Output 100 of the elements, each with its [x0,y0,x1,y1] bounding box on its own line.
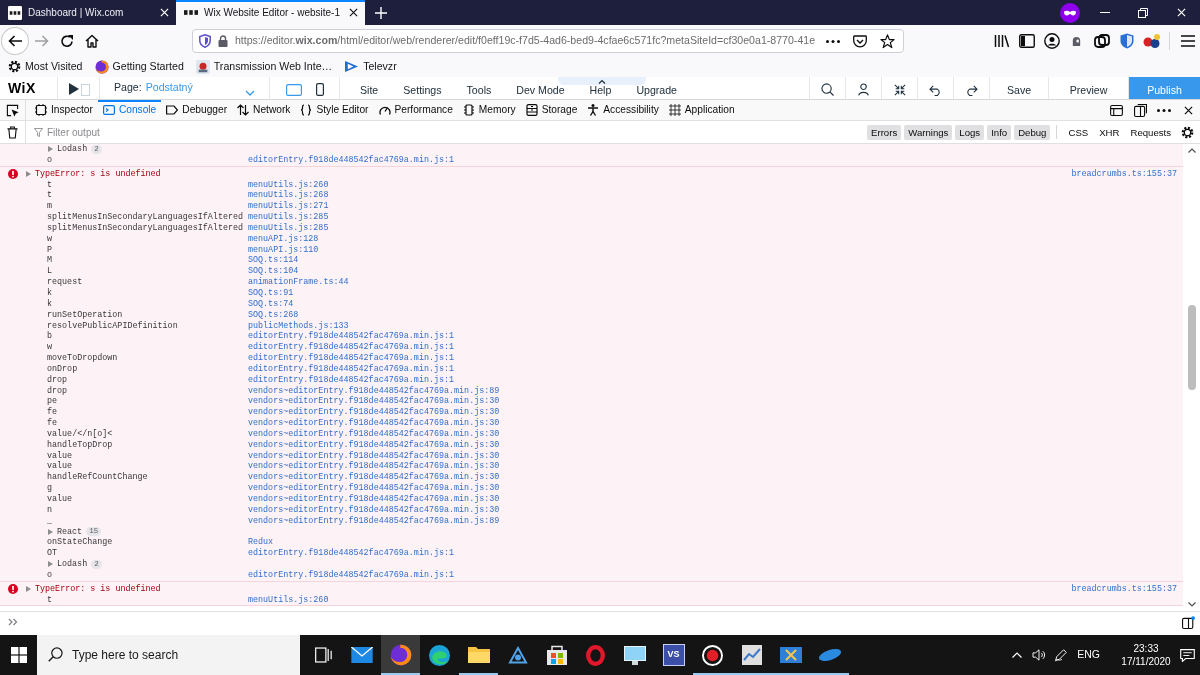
menu-item[interactable]: Help [589,84,612,96]
clock-date[interactable]: 17/11/2020 [1118,655,1174,668]
expand-triangle-icon[interactable] [48,561,53,568]
filter-toggle[interactable]: Info [987,124,1012,140]
filter-toggle[interactable]: Requests [1126,124,1175,140]
source-link[interactable]: editorEntry.f918de448542fac4769a.min.js:1 [248,363,455,375]
taskbar-app-button[interactable] [381,635,420,675]
source-link[interactable]: vendors~editorEntry.f918de448542fac4769a.min.js:30 [248,450,500,462]
scrollbar-thumb[interactable] [1187,305,1196,390]
library-group[interactable]: Lodash [57,559,88,570]
trash-icon[interactable] [7,125,18,139]
play-triangle-icon[interactable] [67,82,90,96]
home-icon[interactable] [85,34,100,48]
source-link[interactable]: menuUtils.js:260 [248,179,329,191]
menu-icon[interactable] [1180,35,1195,47]
devtools-tab[interactable]: Application [663,100,740,120]
split-panel-icon[interactable] [1181,615,1195,629]
dock-side-icon[interactable] [1133,103,1147,117]
close-icon[interactable] [1183,105,1193,115]
shield-icon[interactable] [198,34,211,48]
expand-triangle-icon[interactable] [48,528,53,535]
devtools-tab[interactable]: Debugger [161,100,233,120]
settings-icon[interactable] [1181,125,1194,139]
close-icon[interactable] [348,8,358,17]
expand-triangle-icon[interactable] [48,146,53,153]
source-link[interactable]: SOQ.ts:268 [248,309,299,321]
bookmark-item[interactable]: Most Visited [4,59,87,75]
browser-tab[interactable]: Wix Website Editor - website-1 [176,0,365,25]
menu-item[interactable]: Dev Mode [516,84,565,96]
library-icon[interactable] [993,34,1010,48]
source-link[interactable]: vendors~editorEntry.f918de448542fac4769a.min.js:89 [248,515,500,527]
source-link[interactable]: vendors~editorEntry.f918de448542fac4769a.min.js:30 [248,407,500,419]
clock-time[interactable]: 23:33 [1118,642,1174,655]
chevron-up-icon[interactable] [1012,652,1023,658]
bookmark-star-icon[interactable] [880,33,895,49]
menu-item[interactable]: Site [360,84,379,96]
source-link[interactable]: menuUtils.js:268 [248,190,329,202]
account-icon[interactable] [1043,33,1060,49]
source-link[interactable]: editorEntry.f918de448542fac4769a.min.js:1 [248,154,455,166]
library-group[interactable]: React [57,526,83,538]
source-link[interactable]: editorEntry.f918de448542fac4769a.min.js:1 [248,569,455,581]
undo-icon[interactable] [929,85,942,96]
task-view-icon[interactable] [314,647,332,663]
pocket-icon[interactable] [853,34,867,48]
source-link[interactable]: menuUtils.js:260 [248,594,329,606]
source-link[interactable]: vendors~editorEntry.f918de448542fac4769a.min.js:30 [248,428,500,440]
notification-icon[interactable] [1179,648,1195,662]
source-link[interactable]: vendors~editorEntry.f918de448542fac4769a.min.js:30 [248,418,500,429]
browser-tab[interactable]: Dashboard | Wix.com [0,0,176,25]
source-link[interactable]: menuUtils.js:271 [248,201,329,213]
expand-triangle-icon[interactable] [26,171,31,178]
extension-icon[interactable] [1071,35,1082,47]
filter-toggle[interactable]: Warnings [904,124,953,140]
linked-squares-icon[interactable] [1093,33,1110,49]
filter-toggle[interactable]: CSS [1064,124,1093,140]
source-link[interactable]: vendors~editorEntry.f918de448542fac4769a.min.js:89 [248,385,500,397]
devtools-tab[interactable]: Style Editor [295,100,374,120]
devtools-tab[interactable]: Performance [373,100,458,120]
source-link[interactable]: menuAPI.js:128 [248,233,319,245]
redo-icon[interactable] [965,85,978,96]
mobile-icon[interactable] [315,83,324,96]
source-link[interactable]: editorEntry.f918de448542fac4769a.min.js:1 [248,342,455,354]
sidebar-icon[interactable] [1018,34,1035,48]
collapse-arrows-icon[interactable] [893,84,906,96]
bookmark-item[interactable]: Transmission Web Inte… [191,59,337,75]
source-link[interactable]: editorEntry.f918de448542fac4769a.min.js:1 [248,374,455,386]
lock-icon[interactable] [217,35,228,47]
filter-toggle[interactable]: XHR [1095,124,1124,140]
window-frame-icon[interactable] [1109,104,1123,116]
filter-field[interactable]: Filter output [47,125,347,139]
source-link[interactable]: SOQ.ts:74 [248,298,294,310]
source-link[interactable]: editorEntry.f918de448542fac4769a.min.js:1 [248,548,455,560]
taskbar-app-button[interactable]: VS [654,635,693,675]
menu-item[interactable]: Tools [466,84,492,96]
language-indicator[interactable]: ENG [1077,647,1100,663]
source-link[interactable]: menuAPI.js:110 [248,244,319,256]
devtools-tab[interactable]: Inspector [30,100,98,120]
bookmark-item[interactable]: Televzr [340,59,401,75]
source-link[interactable]: editorEntry.f918de448542fac4769a.min.js:1 [248,331,455,343]
bookmark-item[interactable]: Getting Started [90,59,188,75]
filter-toggle[interactable]: Errors [867,124,902,140]
source-link[interactable]: vendors~editorEntry.f918de448542fac4769a.min.js:30 [248,396,500,408]
element-picker-icon[interactable] [6,103,19,117]
source-link[interactable]: menuUtils.js:285 [248,222,329,234]
source-link[interactable]: vendors~editorEntry.f918de448542fac4769a.min.js:30 [248,461,500,473]
devtools-tab[interactable]: Memory [457,100,521,120]
source-link[interactable]: vendors~editorEntry.f918de448542fac4769a.min.js:30 [248,504,500,516]
source-link[interactable]: SOQ.ts:91 [248,287,294,299]
library-group[interactable]: Lodash [57,144,88,155]
restore-icon[interactable] [1138,7,1148,18]
publish-button[interactable]: Publish [1129,77,1200,99]
shield-icon[interactable] [1119,33,1134,49]
new-tab-icon[interactable] [374,6,387,19]
collapse-handle[interactable] [558,77,646,85]
devtools-tab[interactable]: Network [232,100,296,120]
menu-item[interactable]: Upgrade [636,84,677,96]
source-link[interactable]: breadcrumbs.ts:155:37 [1071,583,1177,595]
source-link[interactable]: Redux [248,537,274,549]
source-link[interactable]: publicMethods.js:133 [248,320,349,332]
expand-triangle-icon[interactable] [26,586,31,593]
